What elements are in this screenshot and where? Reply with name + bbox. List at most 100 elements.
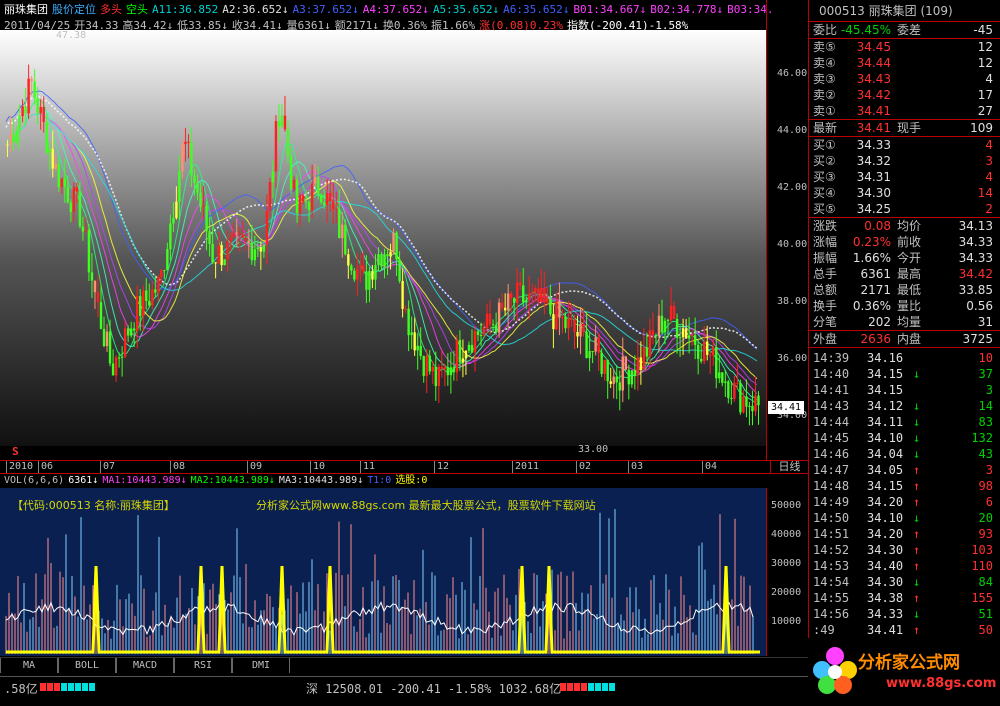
candle-body: [175, 201, 178, 218]
tick-time: 14:48: [813, 479, 850, 493]
volume-svg: [5, 509, 760, 654]
header-segment: 指数(-200.41)-1.58%: [566, 19, 689, 32]
tab-dmi[interactable]: DMI: [232, 658, 290, 673]
tick-arrow: ↓: [913, 575, 921, 589]
volume-chart[interactable]: [0, 488, 766, 656]
header-segment: 收34.41↓: [231, 19, 283, 32]
candle-body: [132, 328, 136, 331]
quote-value: 34.13: [958, 219, 993, 233]
quote-volume: 3: [985, 154, 993, 168]
quote-label: 均量: [897, 315, 922, 329]
candle-body: [675, 319, 679, 338]
quote-label: 换手: [813, 299, 838, 313]
tab-boll[interactable]: BOLL: [58, 658, 116, 673]
quote-price: 34.32: [856, 154, 891, 168]
quote-value: 33.85: [958, 283, 993, 297]
quote-value: 34.33: [958, 251, 993, 265]
candle-body: [310, 183, 314, 211]
brand-name: 分析家公式网: [858, 653, 960, 673]
candle-body: [108, 331, 112, 364]
indicator-header: 丽珠集团 股价定位 多头 空头 A11:36.852 A2:36.652↓ A3:37.65…: [4, 2, 774, 18]
candle-body: [712, 346, 715, 356]
header-segment: 6361↓: [68, 475, 99, 486]
candle-body: [347, 254, 350, 266]
quote-label: 总额: [813, 283, 838, 297]
quote-price: 34.45: [856, 40, 891, 54]
tick-row: 14:40 34.15 ↓ 37: [809, 366, 1000, 382]
candle-body: [657, 315, 661, 337]
header-segment: 高34.42↓: [122, 19, 174, 32]
candle-body: [558, 300, 561, 318]
tick-row: 14:39 34.16 10: [809, 350, 1000, 366]
tick-price: 34.10: [867, 431, 904, 445]
candle-body: [464, 350, 468, 359]
header-segment: B01:34.667↓: [573, 3, 647, 16]
price-chart[interactable]: 丽珠集团 股价定位 多头 空头 A11:36.852 A2:36.652↓ A3:37.65…: [0, 0, 808, 460]
candle-body: [27, 78, 30, 114]
tick-volume: 98: [978, 479, 993, 493]
current-price-tag: 34.41: [768, 401, 804, 414]
header-segment: 低33.85↓: [177, 19, 228, 32]
quote-label: 最新: [813, 121, 838, 135]
stock-code-label: 【代码:000513 名称:丽珠集团】: [12, 499, 175, 512]
quote-row: 卖② 34.42 17: [809, 87, 1000, 103]
volume-tick: 50000: [771, 500, 802, 511]
candle-body: [75, 187, 79, 192]
header-segment: 换0.36%: [382, 19, 427, 32]
quote-label: 卖③: [813, 72, 836, 86]
tick-price: 34.12: [867, 399, 904, 413]
candle-body: [247, 240, 250, 243]
candle-body: [286, 129, 290, 156]
candle-body: [307, 201, 311, 211]
candle-body: [283, 115, 287, 130]
period-selector[interactable]: 日线: [770, 460, 808, 474]
candle-body: [573, 319, 576, 332]
quote-value: 34.33: [958, 235, 993, 249]
quote-label: 最低: [897, 283, 922, 297]
quote-label: 涨幅: [813, 235, 838, 249]
tick-time: 14:39: [813, 351, 850, 365]
tick-volume: 155: [971, 591, 993, 605]
ohlc-header: 2011/04/25 开34.33 高34.42↓ 低33.85↓ 收34.41↓ 量63…: [4, 18, 774, 34]
quote-row: 卖① 34.41 27: [809, 103, 1000, 119]
candle-body: [120, 356, 124, 358]
candle-body: [114, 357, 118, 376]
quote-volume: 4: [985, 72, 993, 86]
header-segment: 涨(0.08)0.23%: [479, 19, 563, 32]
candle-body: [24, 106, 27, 114]
candle-body: [654, 335, 658, 337]
candle-body: [142, 290, 145, 317]
quote-panel: 000513 丽珠集团 (109) 委比 -45.45% 委差 -45 卖⑤ 34.45 1…: [808, 0, 1000, 676]
candle-body: [588, 351, 591, 359]
tick-row: 14:50 34.10 ↓ 20: [809, 510, 1000, 526]
candle-body: [555, 300, 558, 330]
candle-body: [126, 328, 130, 336]
candle-body: [407, 308, 410, 336]
candle-body: [570, 318, 573, 320]
tab-macd[interactable]: MACD: [116, 658, 174, 673]
candle-body: [494, 324, 498, 333]
candle-body: [736, 382, 739, 384]
header-segment: 振1.66%: [430, 19, 476, 32]
candle-body: [362, 265, 365, 272]
candle-body: [416, 345, 419, 351]
candle-body: [301, 195, 305, 202]
candle-body: [21, 106, 24, 117]
candle-body: [313, 176, 317, 184]
quote-label: 买①: [813, 138, 836, 152]
header-segment: MA3:10443.989↓: [278, 475, 364, 486]
tick-time: 14:41: [813, 383, 850, 397]
candle-body: [304, 201, 308, 203]
quote-price: 34.42: [856, 88, 891, 102]
tick-price: 34.33: [867, 607, 904, 621]
brand-url[interactable]: www.88gs.com: [886, 676, 996, 691]
time-tick: 2010: [6, 461, 33, 473]
tab-rsi[interactable]: RSI: [174, 658, 232, 673]
candle-body: [350, 265, 353, 271]
candle-body: [57, 164, 60, 188]
tab-ma[interactable]: MA: [0, 658, 58, 673]
candle-body: [129, 328, 133, 336]
candle-body: [335, 209, 338, 211]
quote-label: 量比: [897, 299, 922, 313]
candle-body: [742, 396, 745, 413]
